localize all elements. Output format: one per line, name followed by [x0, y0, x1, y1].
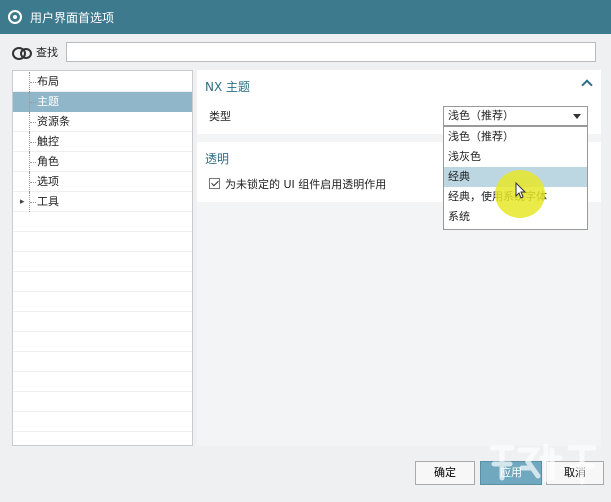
- theme-section-title: NX 主题: [205, 80, 251, 94]
- dropdown-option[interactable]: 浅色（推荐）: [444, 127, 587, 147]
- collapse-chevron-icon[interactable]: [581, 78, 591, 88]
- tree-divider: [13, 411, 192, 412]
- tree-divider: [13, 351, 192, 352]
- mouse-pointer-icon: [515, 182, 527, 199]
- tree-item-label: 主题: [37, 95, 59, 108]
- settings-panel: NX 主题 类型 浅色（推荐） 透明 为未锁定的 UI 组件启用透明作用 浅色（…: [197, 70, 601, 446]
- tree-divider: [13, 391, 192, 392]
- tree-item-roles[interactable]: 角色: [13, 152, 192, 172]
- tree-item-label: 资源条: [37, 115, 70, 128]
- watermark-logo: [489, 443, 597, 485]
- select-value: 浅色（推荐）: [448, 109, 514, 122]
- tree-item-tools[interactable]: ▸ 工具: [13, 192, 192, 212]
- search-input[interactable]: [66, 42, 596, 62]
- tree-item-label: 角色: [37, 155, 59, 168]
- window-title: 用户界面首选项: [30, 10, 115, 25]
- dropdown-option[interactable]: 浅灰色: [444, 147, 587, 167]
- tree-item-label: 触控: [37, 135, 59, 148]
- ok-button[interactable]: 确定: [415, 461, 475, 485]
- theme-section: NX 主题 类型 浅色（推荐）: [197, 70, 601, 134]
- transparency-checkbox-label[interactable]: 为未锁定的 UI 组件启用透明作用: [225, 176, 386, 192]
- tree-divider: [13, 291, 192, 292]
- tree-item-label: 布局: [37, 75, 59, 88]
- tree-item-label: 工具: [37, 195, 59, 208]
- search-row: 查找: [8, 40, 604, 64]
- app-gear-icon: [8, 10, 22, 24]
- tree-divider: [13, 271, 192, 272]
- tree-guide: [29, 192, 36, 212]
- tree-guide: [29, 152, 36, 172]
- title-bar: 用户界面首选项: [0, 0, 611, 34]
- tree-guide: [29, 92, 36, 112]
- tree-divider: [13, 371, 192, 372]
- tree-item-label: 选项: [37, 175, 59, 188]
- tree-divider: [13, 311, 192, 312]
- category-tree: 布局 主题 资源条 触控 角色 选项 ▸ 工具: [12, 70, 193, 446]
- tree-item-options[interactable]: 选项: [13, 172, 192, 192]
- type-label: 类型: [209, 110, 231, 123]
- transparency-section-title: 透明: [205, 152, 230, 166]
- tree-divider: [13, 231, 192, 232]
- tree-divider: [13, 431, 192, 432]
- tree-item-theme[interactable]: 主题: [13, 92, 192, 112]
- dropdown-caret-icon[interactable]: [573, 114, 581, 119]
- expand-arrow-icon[interactable]: ▸: [20, 192, 25, 212]
- tree-guide: [29, 112, 36, 132]
- transparency-checkbox[interactable]: [209, 178, 220, 189]
- tree-item-layout[interactable]: 布局: [13, 72, 192, 92]
- theme-type-select[interactable]: 浅色（推荐）: [443, 106, 588, 126]
- tree-divider: [13, 331, 192, 332]
- tree-divider: [13, 251, 192, 252]
- tree-guide: [29, 132, 36, 152]
- tree-item-touch[interactable]: 触控: [13, 132, 192, 152]
- tree-guide: [29, 72, 36, 92]
- tree-item-resource-bar[interactable]: 资源条: [13, 112, 192, 132]
- tree-guide: [29, 172, 36, 192]
- search-label: 查找: [36, 46, 58, 59]
- binoculars-icon: [12, 45, 34, 60]
